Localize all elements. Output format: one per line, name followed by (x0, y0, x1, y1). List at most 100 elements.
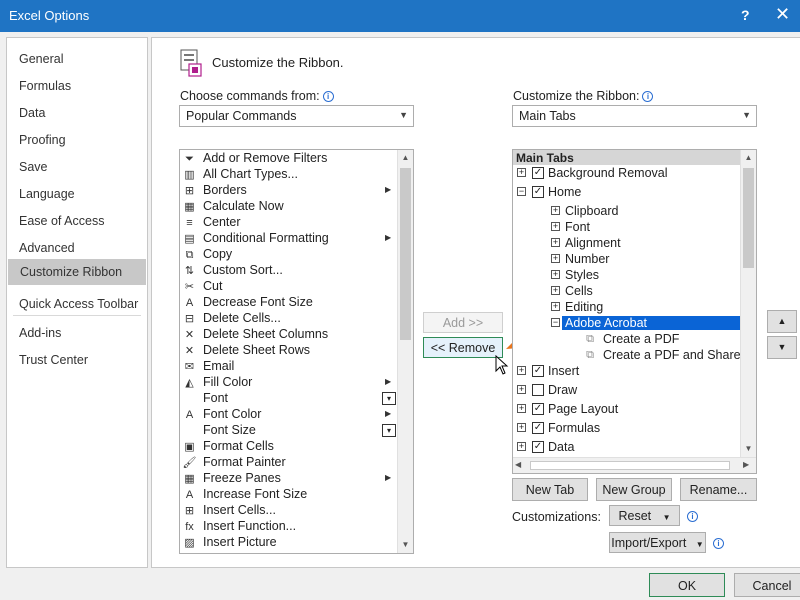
info-icon: i (642, 91, 654, 102)
nav-item-formulas[interactable]: Formulas (7, 73, 147, 99)
tree-item[interactable]: − ✓ Home (513, 184, 740, 202)
collapse-icon[interactable]: − (517, 187, 526, 196)
command-item[interactable]: A Increase Font Size (180, 487, 410, 503)
command-item[interactable]: ⇅ Custom Sort... (180, 263, 410, 279)
expand-icon[interactable]: + (551, 238, 560, 247)
scroll-thumb[interactable] (400, 168, 411, 340)
remove-button[interactable]: << Remove (423, 337, 503, 358)
tree-item[interactable]: + ✓ Formulas (513, 420, 740, 438)
command-label: Email (203, 359, 235, 373)
command-item[interactable]: ⏷ Add or Remove Filters (180, 151, 410, 167)
expand-icon[interactable]: + (551, 302, 560, 311)
checkbox[interactable]: ✓ (532, 167, 544, 179)
add-button[interactable]: Add >> (423, 312, 503, 333)
tree-vertical-scrollbar[interactable]: ▲ ▼ (740, 150, 756, 457)
command-item[interactable]: ✉ Email (180, 359, 410, 375)
new-tab-button[interactable]: New Tab (512, 478, 588, 501)
nav-item-general[interactable]: General (7, 46, 147, 72)
new-group-button[interactable]: New Group (596, 478, 672, 501)
nav-item-ease-of-access[interactable]: Ease of Access (7, 208, 147, 234)
command-item[interactable]: ✂ Cut (180, 279, 410, 295)
tree-item[interactable]: + ✓ Data (513, 439, 740, 457)
command-item[interactable]: ▨ Insert Picture (180, 535, 410, 551)
scroll-up-icon[interactable]: ▲ (398, 150, 413, 166)
expand-icon[interactable]: + (517, 404, 526, 413)
tree-item[interactable]: + ✓ Background Removal (513, 165, 740, 183)
scroll-up-icon[interactable]: ▲ (741, 150, 756, 166)
scroll-left-icon[interactable]: ◀ (515, 460, 521, 469)
command-item[interactable]: ⊞ Insert Cells... (180, 503, 410, 519)
move-down-button[interactable]: ▼ (767, 336, 797, 359)
checkbox[interactable]: ✓ (532, 422, 544, 434)
nav-item-quick-access-toolbar[interactable]: Quick Access Toolbar (7, 291, 147, 317)
nav-item-proofing[interactable]: Proofing (7, 127, 147, 153)
move-up-button[interactable]: ▲ (767, 310, 797, 333)
nav-item-advanced[interactable]: Advanced (7, 235, 147, 261)
checkbox[interactable]: ✓ (532, 186, 544, 198)
command-item[interactable]: ▦ Calculate Now (180, 199, 410, 215)
command-item[interactable]: ◭ Fill Color ▶ (180, 375, 410, 391)
scroll-right-icon[interactable]: ▶ (743, 460, 749, 469)
commands-list[interactable]: ⏷ Add or Remove Filters ▥ All Chart Types..… (179, 149, 414, 554)
import-export-button[interactable]: Import/Export ▼ (609, 532, 706, 553)
command-item[interactable]: Font Size ▾ (180, 423, 410, 439)
command-item[interactable]: fx Insert Function... (180, 519, 410, 535)
command-item[interactable]: ▤ Conditional Formatting ▶ (180, 231, 410, 247)
command-item[interactable]: ▥ All Chart Types... (180, 167, 410, 183)
expand-icon[interactable]: + (551, 206, 560, 215)
scroll-down-icon[interactable]: ▼ (741, 441, 756, 457)
close-icon[interactable]: ✕ (775, 4, 790, 25)
ribbon-tree[interactable]: Main Tabs + ✓ Background Removal − ✓ Home + Clip… (512, 149, 757, 474)
ribbon-dropdown[interactable]: Main Tabs ▼ (512, 105, 757, 127)
checkbox[interactable] (532, 384, 544, 396)
checkbox[interactable]: ✓ (532, 365, 544, 377)
nav-item-language[interactable]: Language (7, 181, 147, 207)
tree-item[interactable]: + Draw (513, 382, 740, 400)
commands-dropdown[interactable]: Popular Commands ▼ (179, 105, 414, 127)
command-item[interactable]: 🖌 Format Painter (180, 455, 410, 471)
commands-scrollbar[interactable]: ▲ ▼ (397, 150, 413, 553)
expand-icon[interactable]: + (517, 423, 526, 432)
reset-button[interactable]: Reset ▼ (609, 505, 680, 526)
command-item[interactable]: Font ▾ (180, 391, 410, 407)
rename-button[interactable]: Rename... (680, 478, 757, 501)
nav-item-save[interactable]: Save (7, 154, 147, 180)
command-item[interactable]: A Font Color ▶ (180, 407, 410, 423)
scroll-down-icon[interactable]: ▼ (398, 537, 413, 553)
scroll-thumb[interactable] (743, 168, 754, 268)
nav-item-data[interactable]: Data (7, 100, 147, 126)
help-icon[interactable]: ? (741, 7, 750, 23)
tree-horizontal-scrollbar[interactable]: ◀ ▶ (513, 457, 756, 473)
checkbox[interactable]: ✓ (532, 441, 544, 453)
command-item[interactable]: ✕ Delete Sheet Rows (180, 343, 410, 359)
checkbox[interactable]: ✓ (532, 403, 544, 415)
command-item[interactable]: ⊟ Delete Cells... (180, 311, 410, 327)
command-item[interactable]: ▣ Format Cells (180, 439, 410, 455)
command-item[interactable]: ▦ Freeze Panes ▶ (180, 471, 410, 487)
command-item[interactable]: ⧉ Copy (180, 247, 410, 263)
ok-button[interactable]: OK (649, 573, 725, 597)
command-item[interactable]: ✕ Delete Sheet Columns (180, 327, 410, 343)
command-item[interactable]: ⊞ Borders ▶ (180, 183, 410, 199)
command-item[interactable]: ≡ Center (180, 215, 410, 231)
nav-item-trust-center[interactable]: Trust Center (7, 347, 147, 373)
expand-icon[interactable]: + (551, 254, 560, 263)
calculator-icon: ▦ (184, 201, 195, 213)
tree-item[interactable]: + ✓ Insert (513, 363, 740, 381)
command-item[interactable]: A Decrease Font Size (180, 295, 410, 311)
collapse-icon[interactable]: − (551, 318, 560, 327)
command-label: Delete Sheet Columns (203, 327, 329, 341)
expand-icon[interactable]: + (551, 286, 560, 295)
nav-item-customize-ribbon[interactable]: Customize Ribbon (8, 259, 146, 285)
scroll-thumb[interactable] (530, 461, 730, 470)
expand-icon[interactable]: + (517, 385, 526, 394)
tree-item[interactable]: + ✓ Page Layout (513, 401, 740, 419)
title-bar: Excel Options ? ✕ (0, 0, 800, 32)
cancel-button[interactable]: Cancel (734, 573, 800, 597)
expand-icon[interactable]: + (551, 270, 560, 279)
expand-icon[interactable]: + (517, 168, 526, 177)
expand-icon[interactable]: + (551, 222, 560, 231)
expand-icon[interactable]: + (517, 366, 526, 375)
nav-item-add-ins[interactable]: Add-ins (7, 320, 147, 346)
expand-icon[interactable]: + (517, 442, 526, 451)
